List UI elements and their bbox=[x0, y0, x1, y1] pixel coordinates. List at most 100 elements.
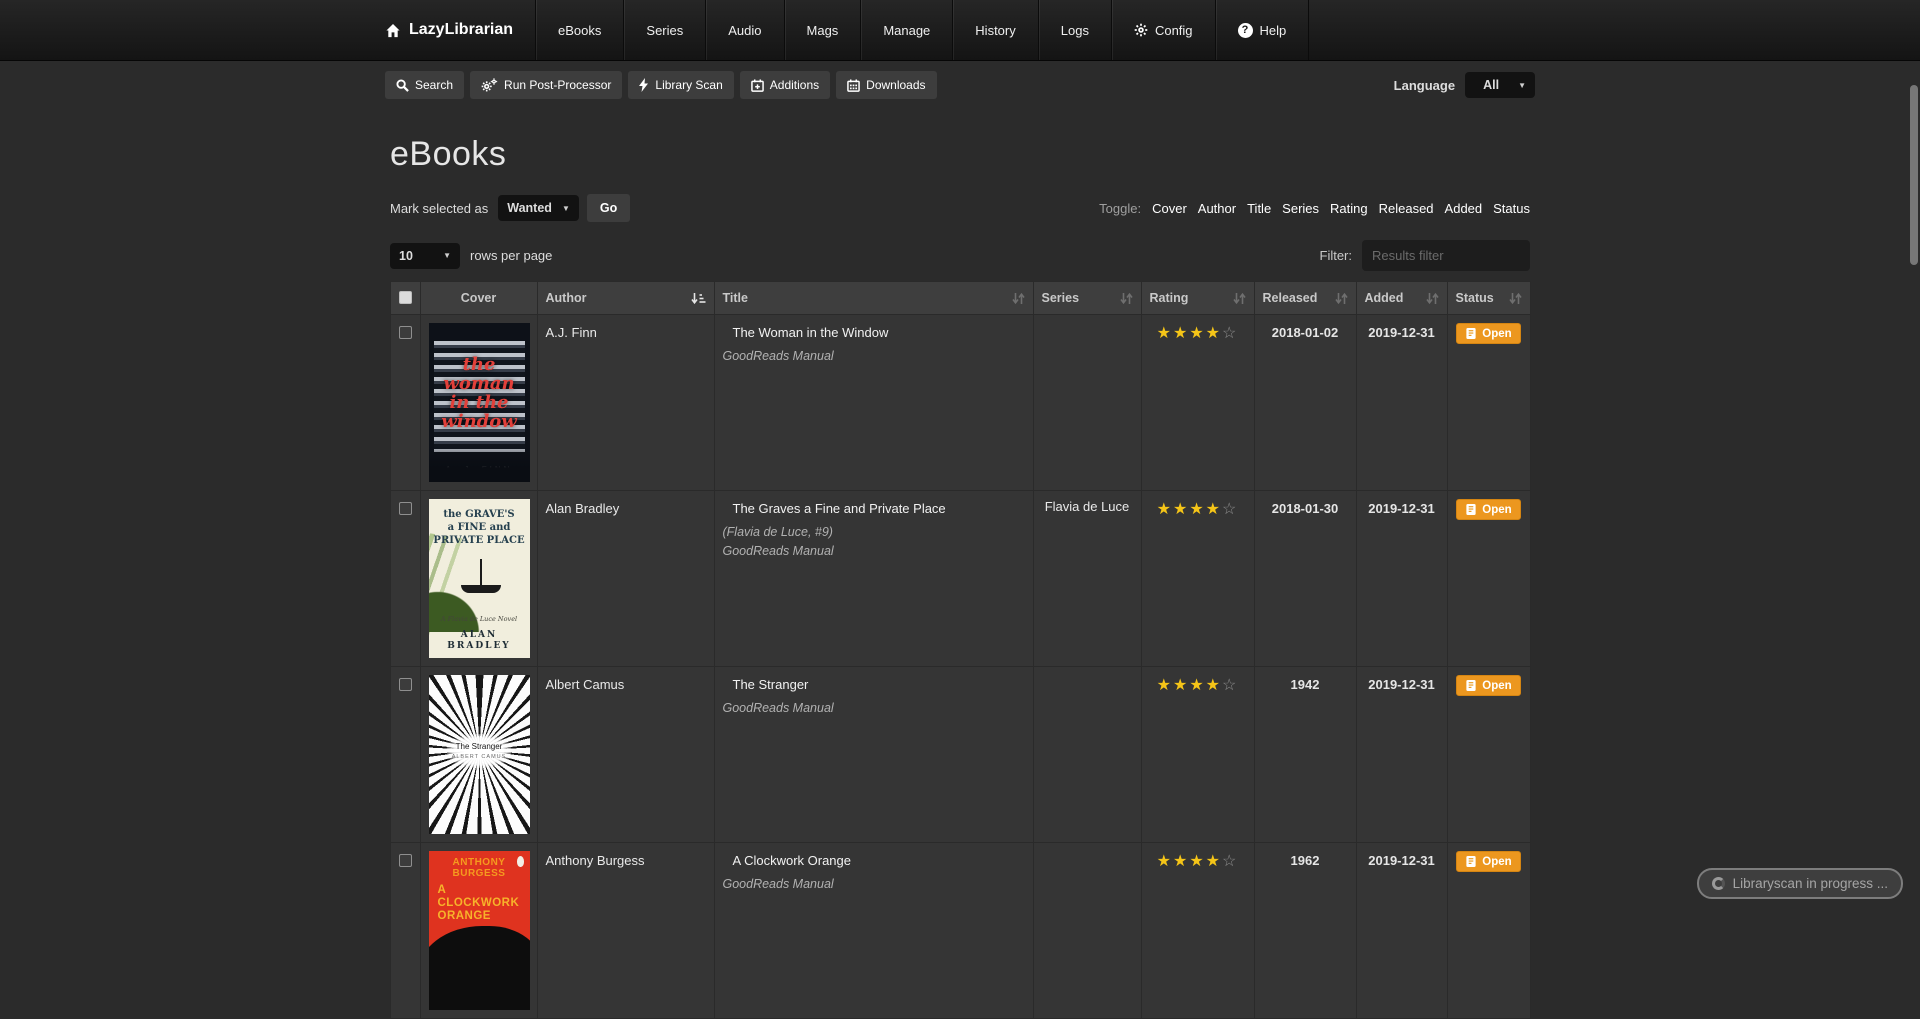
column-header-released[interactable]: Released bbox=[1254, 282, 1356, 315]
vertical-scrollbar-thumb[interactable] bbox=[1910, 85, 1918, 265]
row-checkbox[interactable] bbox=[399, 326, 412, 339]
book-series-note: (Flavia de Luce, #9) bbox=[723, 525, 1025, 539]
nav-item-logs[interactable]: Logs bbox=[1038, 0, 1111, 60]
book-icon bbox=[1465, 855, 1477, 868]
lazylibrarian-app: { "navbar": { "brand": { "label": "LazyL… bbox=[0, 0, 1920, 947]
column-toggle-group: Toggle: Cover Author Title Series Rating… bbox=[1099, 201, 1530, 216]
toggle-title[interactable]: Title bbox=[1247, 201, 1271, 216]
star-icon: ★ bbox=[1189, 325, 1205, 342]
star-icon: ★ bbox=[1157, 677, 1173, 694]
book-source: GoodReads Manual bbox=[723, 349, 1025, 363]
sort-icon bbox=[1335, 292, 1348, 305]
nav-item-manage[interactable]: Manage bbox=[860, 0, 952, 60]
nav-item-help[interactable]: ? Help bbox=[1215, 0, 1309, 60]
select-all-checkbox[interactable] bbox=[399, 291, 412, 304]
row-checkbox[interactable] bbox=[399, 678, 412, 691]
star-icon: ★ bbox=[1173, 501, 1189, 518]
search-icon bbox=[396, 79, 409, 92]
action-toolbar: Search Run Post-Processor Library Scan A… bbox=[385, 71, 1535, 99]
star-icon: ★ bbox=[1206, 501, 1222, 518]
search-button[interactable]: Search bbox=[385, 71, 464, 99]
star-icon: ★ bbox=[1206, 325, 1222, 342]
cogs-icon bbox=[481, 78, 498, 92]
open-button[interactable]: Open bbox=[1456, 499, 1520, 520]
released-date: 2018-01-02 bbox=[1263, 323, 1348, 340]
column-header-series[interactable]: Series bbox=[1033, 282, 1141, 315]
downloads-button[interactable]: Downloads bbox=[836, 71, 936, 99]
column-header-title[interactable]: Title bbox=[714, 282, 1033, 315]
rows-per-page-select[interactable]: 10 ▼ bbox=[390, 243, 460, 269]
book-source: GoodReads Manual bbox=[723, 877, 1025, 891]
column-header-rating[interactable]: Rating bbox=[1141, 282, 1254, 315]
toggle-added[interactable]: Added bbox=[1445, 201, 1483, 216]
nav-item-ebooks[interactable]: eBooks bbox=[535, 0, 623, 60]
row-checkbox[interactable] bbox=[399, 854, 412, 867]
star-icon: ☆ bbox=[1222, 325, 1238, 342]
brand-home-link[interactable]: LazyLibrarian bbox=[385, 0, 535, 60]
additions-button[interactable]: Additions bbox=[740, 71, 830, 99]
nav-item-audio[interactable]: Audio bbox=[705, 0, 783, 60]
star-icon: ★ bbox=[1157, 325, 1173, 342]
toggle-status[interactable]: Status bbox=[1493, 201, 1530, 216]
ebooks-table: Cover Author Title Series Rating bbox=[390, 281, 1531, 1019]
brand-label: LazyLibrarian bbox=[409, 21, 513, 39]
run-post-processor-button[interactable]: Run Post-Processor bbox=[470, 71, 622, 99]
libraryscan-toast: Libraryscan in progress ... bbox=[1697, 868, 1903, 899]
row-checkbox[interactable] bbox=[399, 502, 412, 515]
table-header-row: Cover Author Title Series Rating bbox=[390, 282, 1530, 315]
home-icon bbox=[385, 23, 401, 38]
book-cover[interactable]: The Stranger ALBERT CAMUS bbox=[429, 675, 530, 834]
column-header-cover[interactable]: Cover bbox=[420, 282, 537, 315]
nav-item-mags[interactable]: Mags bbox=[784, 0, 861, 60]
book-cover[interactable]: the woman in the window A. J. FINN bbox=[429, 323, 530, 482]
rating-stars: ★★★★☆ bbox=[1150, 675, 1246, 695]
language-select[interactable]: All ▼ bbox=[1465, 72, 1535, 98]
book-title-link[interactable]: The Woman in the Window bbox=[723, 323, 1025, 340]
sort-asc-icon bbox=[691, 292, 706, 305]
author-name: Anthony Burgess bbox=[546, 851, 706, 868]
book-title-link[interactable]: A Clockwork Orange bbox=[723, 851, 1025, 868]
open-button[interactable]: Open bbox=[1456, 851, 1520, 872]
book-cover[interactable]: the GRAVE'S a FINE and PRIVATE PLACE A F… bbox=[429, 499, 530, 658]
toggle-rating[interactable]: Rating bbox=[1330, 201, 1368, 216]
column-header-status[interactable]: Status bbox=[1447, 282, 1530, 315]
column-header-added[interactable]: Added bbox=[1356, 282, 1447, 315]
series-link[interactable]: Flavia de Luce bbox=[1045, 499, 1130, 514]
nav-item-config[interactable]: Config bbox=[1111, 0, 1215, 60]
sort-icon bbox=[1509, 292, 1522, 305]
spinner-icon bbox=[1712, 877, 1725, 890]
nav-item-history[interactable]: History bbox=[952, 0, 1037, 60]
book-title-link[interactable]: The Graves a Fine and Private Place bbox=[723, 499, 1025, 516]
toggle-author[interactable]: Author bbox=[1198, 201, 1236, 216]
open-button[interactable]: Open bbox=[1456, 323, 1520, 344]
toggle-released[interactable]: Released bbox=[1379, 201, 1434, 216]
results-filter-input[interactable] bbox=[1362, 240, 1530, 271]
open-button[interactable]: Open bbox=[1456, 675, 1520, 696]
added-date: 2019-12-31 bbox=[1365, 499, 1439, 516]
go-button[interactable]: Go bbox=[587, 194, 630, 222]
star-icon: ☆ bbox=[1222, 501, 1238, 518]
toggle-series[interactable]: Series bbox=[1282, 201, 1319, 216]
released-date: 1962 bbox=[1263, 851, 1348, 868]
book-cover[interactable]: ANTHONY BURGESS A CLOCKWORK ORANGE bbox=[429, 851, 530, 1010]
book-title-link[interactable]: The Stranger bbox=[723, 675, 1025, 692]
book-icon bbox=[1465, 327, 1477, 340]
column-header-author[interactable]: Author bbox=[537, 282, 714, 315]
nav-item-series[interactable]: Series bbox=[623, 0, 705, 60]
select-all-header bbox=[390, 282, 420, 315]
library-scan-button[interactable]: Library Scan bbox=[628, 71, 733, 99]
mark-selected-select[interactable]: Wanted ▼ bbox=[498, 195, 579, 221]
star-icon: ★ bbox=[1206, 853, 1222, 870]
top-navbar: LazyLibrarian eBooks Series Audio Mags M… bbox=[0, 0, 1920, 61]
nav-divider bbox=[1308, 0, 1309, 60]
toggle-cover[interactable]: Cover bbox=[1152, 201, 1187, 216]
author-name: A.J. Finn bbox=[546, 323, 706, 340]
mark-selected-label: Mark selected as bbox=[390, 201, 488, 216]
bolt-icon bbox=[639, 78, 649, 92]
gear-icon bbox=[1134, 23, 1148, 37]
book-icon bbox=[1465, 679, 1477, 692]
star-icon: ★ bbox=[1189, 853, 1205, 870]
added-date: 2019-12-31 bbox=[1365, 323, 1439, 340]
toast-message: Libraryscan in progress ... bbox=[1733, 876, 1888, 891]
calendar-plus-icon bbox=[751, 79, 764, 92]
